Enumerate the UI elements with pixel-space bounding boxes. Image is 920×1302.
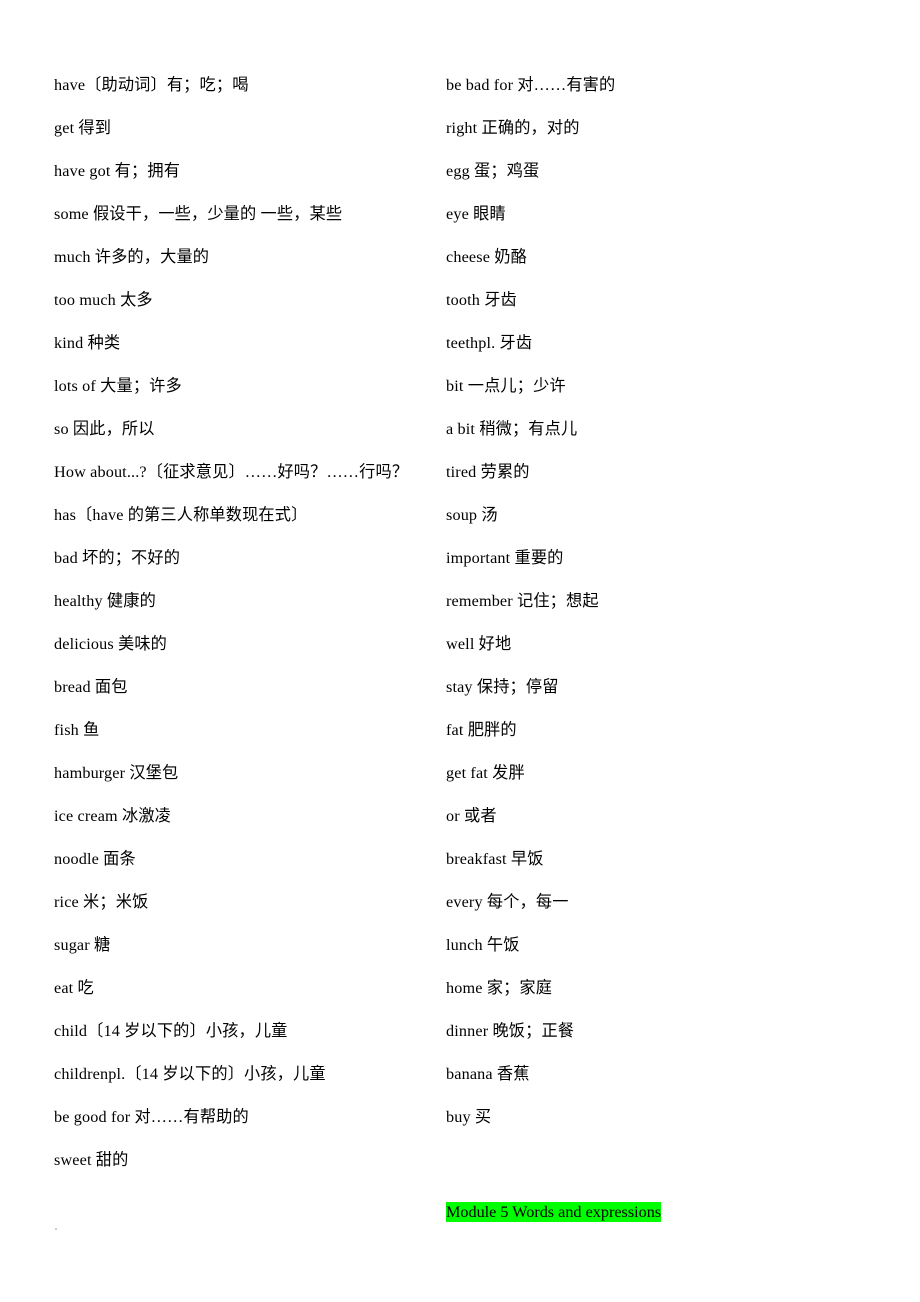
vocabulary-entry: important 重要的 [446,549,564,567]
vocabulary-entry: right 正确的，对的 [446,119,580,137]
vocabulary-entry: soup 汤 [446,506,498,524]
vocabulary-entry: fat 肥胖的 [446,721,517,739]
vocabulary-entry: bad 坏的；不好的 [54,549,181,567]
vocabulary-entry: be good for 对……有帮助的 [54,1108,249,1126]
vocabulary-entry: cheese 奶酪 [446,248,527,266]
vocabulary-entry: home 家；家庭 [446,979,553,997]
vocabulary-entry: too much 太多 [54,291,153,309]
two-column-layout: have〔助动词〕有；吃；喝 get 得到 have got 有；拥有 some… [0,0,920,1302]
vocabulary-entry: get fat 发胖 [446,764,525,782]
vocabulary-entry: eye 眼睛 [446,205,506,223]
vocabulary-entry: be bad for 对……有害的 [446,76,616,94]
vocabulary-entry: fish 鱼 [54,721,100,739]
vocabulary-column-right: be bad for 对……有害的 right 正确的，对的 egg 蛋；鸡蛋 … [431,0,920,1226]
vocabulary-entry: lots of 大量；许多 [54,377,182,395]
vocabulary-entry: childrenpl.〔14 岁以下的〕小孩，儿童 [54,1065,326,1083]
vocabulary-entry: dinner 晚饭；正餐 [446,1022,575,1040]
vocabulary-entry: have got 有；拥有 [54,162,181,180]
vocabulary-entry: tooth 牙齿 [446,291,517,309]
vocabulary-entry: or 或者 [446,807,497,825]
vocabulary-entry: have〔助动词〕有；吃；喝 [54,76,249,94]
vocabulary-entry: has〔have 的第三人称单数现在式〕 [54,506,308,524]
document-page: have〔助动词〕有；吃；喝 get 得到 have got 有；拥有 some… [0,0,920,1302]
vocabulary-entry: well 好地 [446,635,512,653]
vocabulary-entry: How about...?〔征求意见〕……好吗？……行吗？ [54,463,409,481]
vocabulary-entry: get 得到 [54,119,112,137]
vocabulary-entry: rice 米；米饭 [54,893,149,911]
vocabulary-entry: remember 记住；想起 [446,592,599,610]
vocabulary-entry: some 假设干，一些，少量的 一些，某些 [54,205,343,223]
vocabulary-entry: ice cream 冰激凌 [54,807,172,825]
section-heading-text: Module 5 Words and expressions [446,1202,662,1222]
vocabulary-entry: sweet 甜的 [54,1151,129,1169]
vocabulary-entry: much 许多的，大量的 [54,248,210,266]
vocabulary-entry: child〔14 岁以下的〕小孩，儿童 [54,1022,288,1040]
vocabulary-entry: hamburger 汉堡包 [54,764,179,782]
vocabulary-column-left: have〔助动词〕有；吃；喝 get 得到 have got 有；拥有 some… [0,0,431,1190]
vocabulary-entry: noodle 面条 [54,850,136,868]
vocabulary-entry: so 因此，所以 [54,420,155,438]
vocabulary-entry: teethpl. 牙齿 [446,334,533,352]
vocabulary-entry: sugar 糖 [54,936,111,954]
vocabulary-entry: banana 香蕉 [446,1065,530,1083]
vocabulary-entry: breakfast 早饭 [446,850,544,868]
vocabulary-entry: egg 蛋；鸡蛋 [446,162,540,180]
section-heading: Module 5 Words and expressions [446,1199,900,1226]
vocabulary-entry: healthy 健康的 [54,592,156,610]
vocabulary-entry: every 每个，每一 [446,893,569,911]
vocabulary-entry: lunch 午饭 [446,936,520,954]
vocabulary-entry: kind 种类 [54,334,121,352]
scan-speck-artifact [55,1228,57,1230]
vocabulary-entry: bread 面包 [54,678,128,696]
vocabulary-entry: a bit 稍微；有点儿 [446,420,578,438]
vocabulary-entry: stay 保持；停留 [446,678,559,696]
vocabulary-entry: eat 吃 [54,979,94,997]
vocabulary-entry: tired 劳累的 [446,463,530,481]
vocabulary-entry: buy 买 [446,1108,492,1126]
vocabulary-entry: bit 一点儿；少许 [446,377,566,395]
vocabulary-entry: delicious 美味的 [54,635,168,653]
